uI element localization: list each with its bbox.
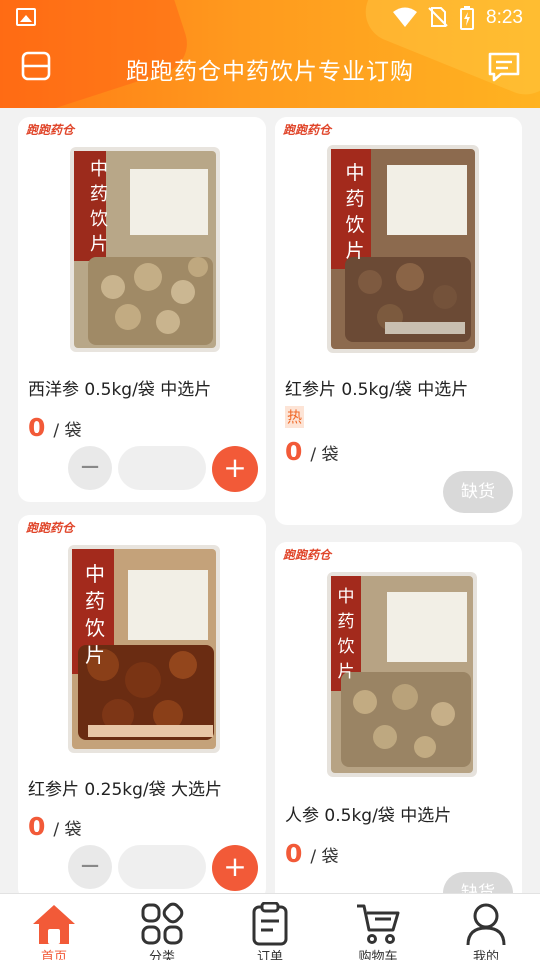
product-card[interactable]: 跑跑药仓 中 药 饮 片 西洋参 0.5kg/袋 中选片 0 / 袋 − + [18, 117, 266, 502]
product-image[interactable] [275, 117, 522, 362]
svg-text:饮: 饮 [90, 209, 108, 230]
out-of-stock-button[interactable]: 缺货 [443, 471, 513, 513]
nav-label: 我的 [472, 950, 499, 960]
bottom-nav: 首页 分类 订单 购物车 我的 [0, 893, 540, 960]
price-value: 0 [28, 413, 46, 442]
price-row: 0 / 袋 [28, 812, 82, 841]
brand-logo: 跑跑药仓 [26, 521, 75, 535]
status-bar: 8:23 [0, 0, 540, 36]
product-name[interactable]: 人参 0.5kg/袋 中选片 [285, 801, 451, 826]
quantity-input[interactable] [118, 845, 206, 889]
price-unit: / 袋 [310, 847, 339, 867]
decrease-button[interactable]: − [68, 446, 112, 490]
package-label-graphic: 中 药 饮 片 [338, 587, 355, 682]
increase-button[interactable]: + [212, 446, 258, 492]
svg-text:药: 药 [90, 184, 108, 205]
package-label-graphic: 中 药 饮 片 [90, 159, 108, 255]
svg-text:饮: 饮 [345, 214, 364, 236]
product-name[interactable]: 西洋参 0.5kg/袋 中选片 [28, 375, 211, 400]
battery-icon [460, 6, 474, 30]
svg-text:片: 片 [338, 662, 355, 682]
quantity-stepper: − + [68, 446, 258, 492]
svg-text:药: 药 [338, 612, 355, 632]
increase-button[interactable]: + [212, 845, 258, 891]
brand-logo: 跑跑药仓 [26, 123, 75, 137]
product-name[interactable]: 红参片 0.5kg/袋 中选片 [285, 375, 468, 400]
price-row: 0 / 袋 [285, 437, 339, 466]
nav-label: 分类 [148, 950, 175, 960]
svg-text:药: 药 [85, 589, 105, 613]
price-unit: / 袋 [310, 445, 339, 465]
price-value: 0 [285, 839, 303, 868]
app-header: 8:23 跑跑药仓中药饮片专业订购 [0, 0, 540, 108]
price-row: 0 / 袋 [285, 839, 339, 868]
price-value: 0 [28, 812, 46, 841]
svg-text:饮: 饮 [338, 637, 355, 657]
cart-icon [357, 904, 400, 944]
product-card[interactable]: 跑跑药仓 中 药 饮 片 人参 0.5kg/袋 中选片 0/ 袋 缺货 [275, 542, 522, 922]
no-sim-icon [428, 7, 448, 27]
nav-item-category[interactable]: 分类 [108, 894, 216, 960]
svg-text:中: 中 [345, 162, 364, 184]
svg-text:中: 中 [85, 562, 105, 586]
nav-item-orders[interactable]: 订单 [216, 894, 324, 960]
hot-badge: 热 [285, 406, 305, 428]
brand-logo: 跑跑药仓 [283, 548, 332, 562]
product-image[interactable] [18, 117, 266, 362]
price-value: 0 [285, 437, 303, 466]
message-icon[interactable] [486, 50, 522, 84]
package-label-graphic: 中 药 饮 片 [85, 562, 105, 667]
product-name[interactable]: 红参片 0.25kg/袋 大选片 [28, 775, 222, 800]
home-icon [33, 905, 75, 944]
price-unit: / 袋 [53, 421, 82, 441]
nav-item-profile[interactable]: 我的 [432, 894, 540, 960]
nav-item-cart[interactable]: 购物车 [324, 894, 432, 960]
svg-text:片: 片 [85, 643, 105, 667]
quantity-stepper: − + [68, 845, 258, 891]
image-notification-icon [16, 8, 36, 26]
svg-text:中: 中 [338, 587, 355, 607]
status-time: 8:23 [486, 7, 523, 28]
order-icon [252, 902, 288, 946]
svg-text:片: 片 [345, 240, 364, 262]
wifi-icon [393, 7, 417, 27]
product-card[interactable]: 跑跑药仓 中 药 饮 片 红参片 0.25kg/袋 大选片 0 / 袋 − + [18, 515, 266, 900]
price-unit: / 袋 [53, 820, 82, 840]
product-card[interactable]: 跑跑药仓 中 药 饮 片 红参片 0.5kg/袋 中选片 热 0 / 袋 缺货 [275, 117, 522, 525]
nav-label: 购物车 [358, 950, 398, 960]
svg-text:饮: 饮 [85, 616, 105, 640]
quantity-input[interactable] [118, 446, 206, 490]
nav-item-home[interactable]: 首页 [0, 894, 108, 960]
user-icon [466, 903, 506, 946]
product-image[interactable] [18, 515, 266, 760]
price-row: 0 / 袋 [28, 413, 82, 442]
svg-text:片: 片 [90, 234, 108, 255]
svg-text:药: 药 [345, 188, 364, 210]
product-image[interactable] [275, 542, 522, 782]
svg-text:中: 中 [90, 159, 108, 180]
brand-logo: 跑跑药仓 [283, 123, 332, 137]
category-icon [141, 902, 184, 945]
package-label-graphic: 中 药 饮 片 [345, 162, 364, 262]
page-title: 跑跑药仓中药饮片专业订购 [126, 59, 414, 85]
nav-label: 首页 [40, 950, 67, 960]
decrease-button[interactable]: − [68, 845, 112, 889]
nav-label: 订单 [256, 950, 283, 960]
